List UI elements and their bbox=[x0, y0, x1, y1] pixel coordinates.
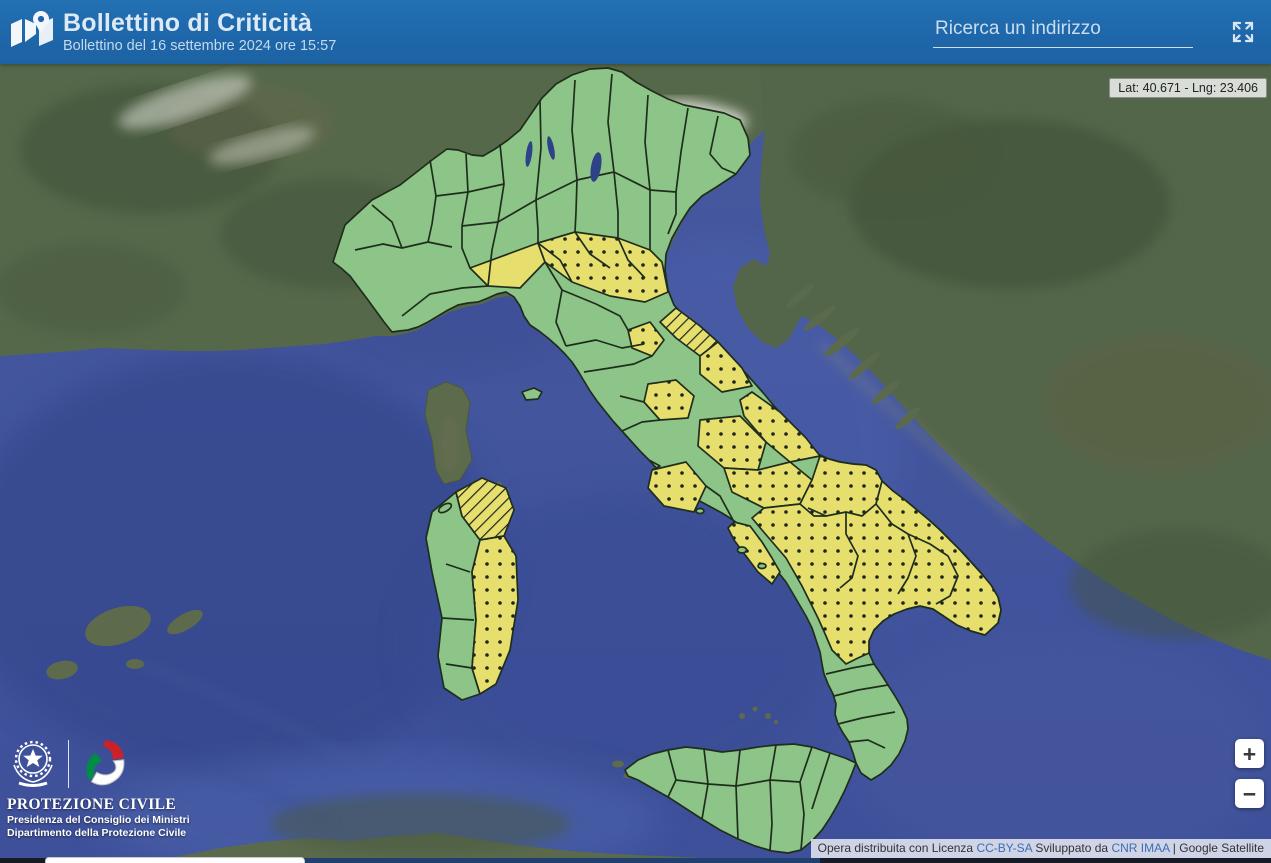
search-input[interactable] bbox=[933, 16, 1193, 48]
map-pin-icon bbox=[11, 11, 53, 47]
header-bar: Bollettino di Criticità Bollettino del 1… bbox=[0, 0, 1271, 64]
attribution-text: Opera distribuita con Licenza bbox=[817, 841, 974, 855]
map-attribution: Opera distribuita con Licenza CC-BY-SA S… bbox=[810, 839, 1271, 858]
bottom-panel-edge-white[interactable] bbox=[45, 857, 305, 863]
italian-republic-emblem bbox=[13, 740, 53, 787]
protezione-civile-logo: PROTEZIONE CIVILE Presidenza del Consigl… bbox=[7, 736, 192, 839]
attribution-text: Sviluppato da bbox=[1035, 841, 1109, 855]
header-right bbox=[933, 16, 1271, 48]
expand-icon bbox=[1232, 21, 1254, 43]
bulletin-date-subtitle: Bollettino del 16 settembre 2024 ore 15:… bbox=[63, 37, 337, 54]
basemap-label: Google Satellite bbox=[1179, 841, 1264, 855]
org-line2: Dipartimento della Protezione Civile bbox=[7, 826, 187, 839]
bottom-panel-edge bbox=[0, 857, 1271, 863]
map-viewport[interactable]: Lat: 40.671 - Lng: 23.406 + − PROTEZIONE… bbox=[0, 64, 1271, 863]
org-name: PROTEZIONE CIVILE bbox=[7, 796, 177, 813]
protezione-civile-tricolor-emblem bbox=[86, 740, 125, 786]
license-link[interactable]: CC-BY-SA bbox=[976, 841, 1032, 855]
coordinates-badge: Lat: 40.671 - Lng: 23.406 bbox=[1109, 78, 1267, 98]
zoom-out-button[interactable]: − bbox=[1235, 779, 1264, 808]
attribution-separator: | bbox=[1172, 841, 1176, 855]
zoom-in-button[interactable]: + bbox=[1235, 739, 1264, 768]
fullscreen-button[interactable] bbox=[1231, 20, 1255, 44]
zoom-controls: + − bbox=[1235, 739, 1264, 819]
bottom-panel-edge-blue bbox=[305, 858, 820, 863]
org-line1: Presidenza del Consiglio dei Ministri bbox=[7, 814, 190, 826]
bollettino-criticita-app: Bollettino di Criticità Bollettino del 1… bbox=[0, 0, 1271, 863]
logo-divider bbox=[68, 740, 69, 788]
developer-link[interactable]: CNR IMAA bbox=[1111, 841, 1169, 855]
page-title: Bollettino di Criticità bbox=[63, 8, 313, 37]
app-brand: Bollettino di Criticità Bollettino del 1… bbox=[0, 8, 337, 55]
